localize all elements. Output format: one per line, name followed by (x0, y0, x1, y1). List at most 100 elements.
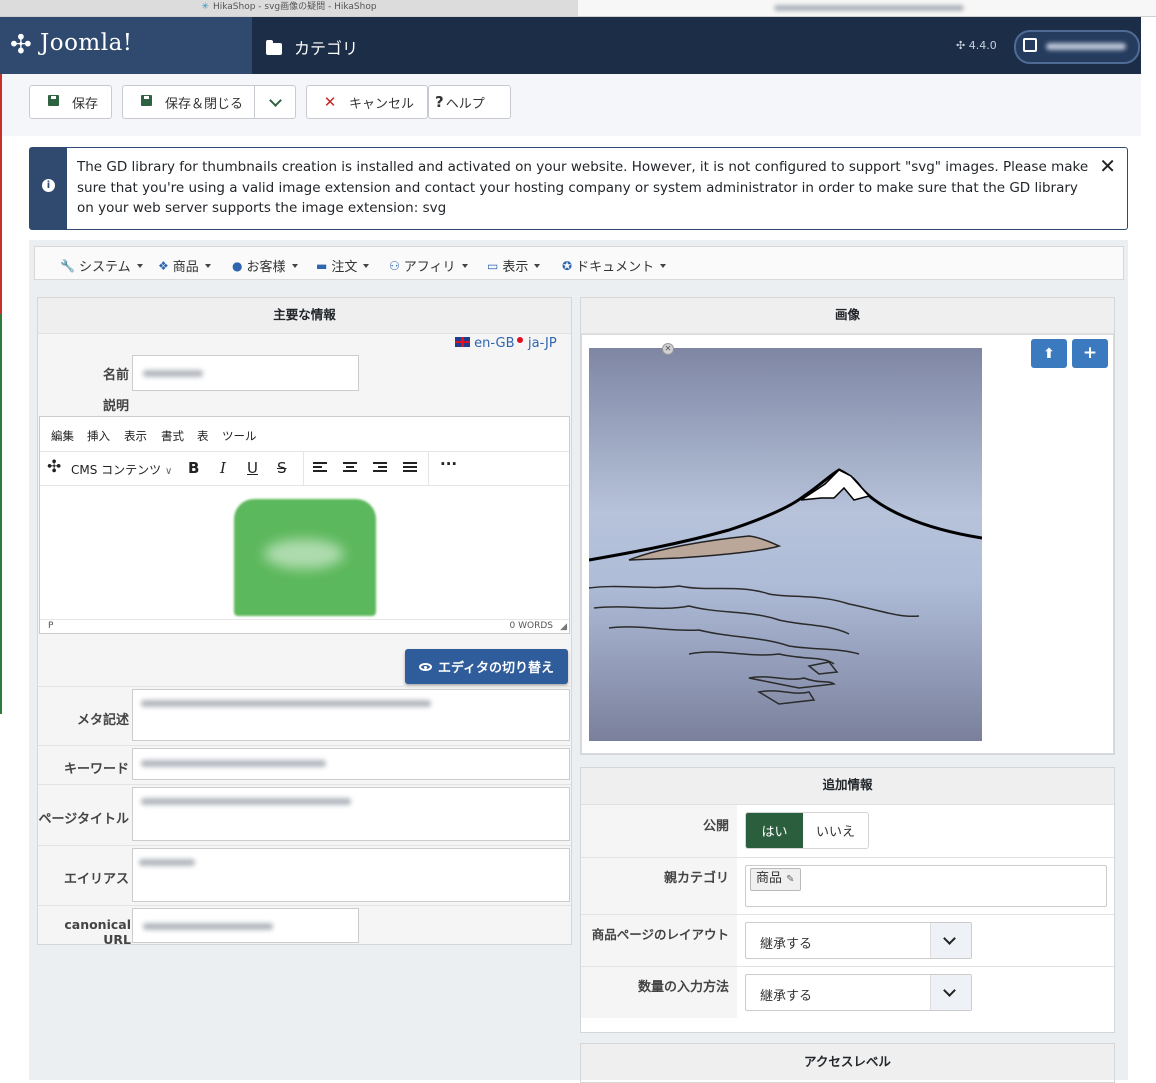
path-indicator: P (48, 621, 54, 631)
help-button[interactable]: ? ヘルプ (428, 85, 511, 119)
editor-toolbar: ✣ CMS コンテンツ ∨ B I U S ··· (40, 451, 569, 486)
save-dropdown-toggle[interactable] (254, 85, 296, 119)
italic-icon[interactable]: I (220, 459, 226, 477)
cms-content-label: CMS コンテンツ (71, 463, 162, 477)
caret-down-icon (291, 263, 298, 268)
underline-icon[interactable]: U (247, 459, 258, 477)
menu-products[interactable]: ❖ 商品 (158, 256, 211, 275)
alert-close-button[interactable]: ✕ (1099, 154, 1116, 178)
editor-menu-insert[interactable]: 挿入 (87, 428, 110, 444)
description-label: 説明 (102, 399, 129, 414)
menu-display[interactable]: ▭ 表示 (487, 256, 541, 275)
blurred-tab-title (774, 5, 964, 11)
hikashop-favicon-icon: ✳ (201, 2, 209, 12)
parent-category-tag[interactable]: 商品 ✎ (750, 868, 801, 891)
browser-tab-inactive[interactable] (578, 0, 1156, 16)
version-label: ✣ 4.4.0 (956, 39, 997, 52)
upload-icon: ⬆ (1043, 346, 1055, 362)
joomla-cms-content-icon: ✣ (47, 457, 62, 477)
window-edge-green (0, 314, 2, 714)
editor-menu-view[interactable]: 表示 (124, 428, 147, 444)
add-image-button[interactable]: + (1072, 339, 1108, 368)
blurred-alias-value (139, 859, 195, 866)
canonical-url-field[interactable] (132, 908, 359, 943)
name-label: 名前 (102, 368, 129, 383)
word-count: 0 WORDS (509, 621, 553, 631)
blurred-keywords-value (141, 760, 326, 767)
editor-statusbar: P 0 WORDS ◢ (40, 619, 569, 634)
meta-description-field[interactable] (132, 689, 570, 741)
align-right-icon[interactable] (373, 462, 387, 474)
publish-yes-option[interactable]: はい (746, 813, 803, 848)
browser-tab-active[interactable]: ✳ HikaShop - svg画像の疑問 - HikaShop (0, 0, 578, 16)
quantity-input-select[interactable]: 継承する (745, 974, 972, 1011)
caret-down-icon (363, 263, 370, 268)
category-image-mount-fuji[interactable] (589, 348, 982, 741)
menu-system-label: システム (78, 260, 131, 275)
editor-menu-table[interactable]: 表 (197, 428, 209, 444)
save-close-button[interactable]: 保存＆閉じる (122, 85, 255, 119)
menu-orders[interactable]: ▬ 注文 (316, 256, 370, 275)
meta-description-label: メタ記述 (76, 713, 129, 728)
cms-content-dropdown[interactable]: CMS コンテンツ ∨ (71, 461, 172, 478)
editor-content[interactable] (40, 485, 569, 619)
align-left-icon[interactable] (313, 462, 327, 474)
toggle-editor-button[interactable]: エディタの切り替え (405, 649, 568, 684)
info-icon: i (42, 179, 55, 192)
menu-system[interactable]: 🔧 システム (60, 256, 143, 275)
editor-menu-tools[interactable]: ツール (222, 428, 257, 444)
menu-affiliates[interactable]: ⚇ アフィリ (389, 256, 468, 275)
editor-menu-edit[interactable]: 編集 (51, 428, 74, 444)
bold-icon[interactable]: B (188, 459, 199, 477)
alert-message: The GD library for thumbnails creation i… (77, 159, 1089, 216)
page-title-field[interactable] (132, 787, 570, 841)
lang-ja-link[interactable]: ja-JP (517, 336, 557, 351)
quantity-input-label: 数量の入力方法 (637, 980, 729, 995)
remove-image-icon[interactable]: ✕ (662, 343, 674, 355)
caret-down-icon (136, 263, 143, 268)
publish-no-option[interactable]: いいえ (803, 813, 868, 848)
pencil-icon[interactable]: ✎ (786, 874, 794, 885)
strikethrough-icon[interactable]: S (277, 459, 287, 477)
publish-toggle[interactable]: はい いいえ (745, 812, 869, 849)
menu-documentation[interactable]: ✪ ドキュメント (562, 256, 667, 275)
image-heading: 画像 (581, 298, 1114, 334)
menu-products-label: 商品 (172, 260, 199, 275)
keywords-field[interactable] (132, 748, 570, 780)
user-menu-button[interactable] (1014, 30, 1140, 64)
save-icon (135, 94, 157, 110)
joomla-logo-icon: ✣ (10, 30, 32, 60)
name-input[interactable] (132, 355, 359, 391)
menu-customers[interactable]: ● お客様 (232, 256, 298, 275)
save-label: 保存 (72, 96, 99, 112)
folder-icon (266, 40, 282, 55)
parent-category-label: 親カテゴリ (663, 871, 729, 886)
keywords-label: キーワード (63, 762, 129, 777)
publish-label: 公開 (702, 819, 729, 834)
browser-tab-title: HikaShop - svg画像の疑問 - HikaShop (212, 2, 377, 12)
product-layout-value: 継承する (760, 937, 813, 952)
align-center-icon[interactable] (343, 462, 357, 474)
product-layout-select[interactable]: 継承する (745, 922, 972, 959)
cancel-button[interactable]: ✕ キャンセル (306, 85, 428, 119)
justify-icon[interactable] (403, 462, 417, 474)
lang-en-label: en-GB (474, 336, 515, 351)
upload-button[interactable]: ⬆ (1031, 339, 1067, 368)
resize-handle-icon[interactable]: ◢ (560, 622, 567, 632)
caret-down-icon (534, 263, 541, 268)
lang-en-link[interactable]: en-GB (455, 336, 515, 351)
version-number: 4.4.0 (968, 39, 997, 52)
description-editor[interactable]: 編集 挿入 表示 書式 表 ツール ✣ CMS コンテンツ ∨ B I U S … (39, 416, 570, 634)
canonical-url-label: canonical URL (64, 917, 131, 947)
help-label: ヘルプ (445, 96, 485, 112)
cubes-icon: ❖ (158, 258, 169, 273)
editor-menu-format[interactable]: 書式 (161, 428, 184, 444)
plus-icon: + (1082, 343, 1098, 363)
save-close-label: 保存＆閉じる (165, 96, 244, 112)
save-button[interactable]: 保存 (29, 85, 112, 119)
desktop-icon: ▭ (487, 258, 499, 273)
caret-down-icon (204, 263, 211, 268)
chevron-down-icon: ∨ (165, 466, 173, 477)
more-icon[interactable]: ··· (440, 455, 457, 473)
alias-field[interactable] (132, 848, 570, 902)
